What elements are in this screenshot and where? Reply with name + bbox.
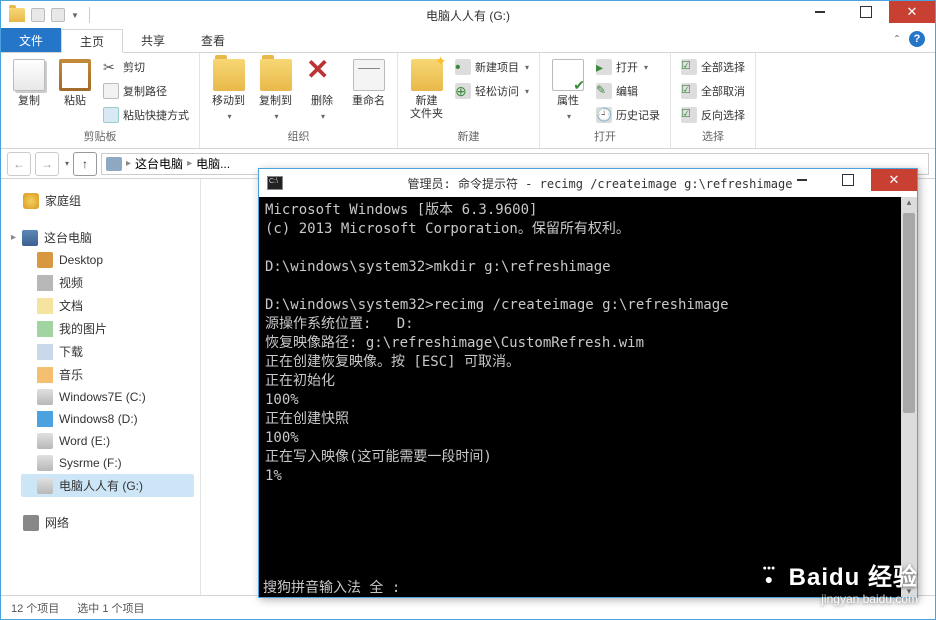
sidebar-item-pictures[interactable]: 我的图片: [21, 317, 194, 340]
close-button[interactable]: [889, 1, 935, 23]
sidebar-item-homegroup[interactable]: 家庭组: [7, 189, 194, 212]
copy-path-button[interactable]: 复制路径: [101, 81, 191, 101]
cmd-minimize-button[interactable]: [779, 169, 825, 191]
new-folder-button[interactable]: 新建 文件夹: [406, 57, 447, 123]
cut-button[interactable]: 剪切: [101, 57, 191, 77]
sidebar-item-music[interactable]: 音乐: [21, 363, 194, 386]
drive-icon: [37, 478, 53, 494]
separator: [89, 7, 90, 23]
cmd-close-button[interactable]: [871, 169, 917, 191]
desktop-icon: [37, 252, 53, 268]
sidebar-item-drive-e[interactable]: Word (E:): [21, 430, 194, 452]
ribbon: 复制 粘贴 剪切 复制路径 粘贴快捷方式 剪贴板 移动到▾ 复制到▾ 删除▾ 重…: [1, 53, 935, 149]
ribbon-group-select: 全部选择 全部取消 反向选择 选择: [671, 53, 756, 148]
move-to-button[interactable]: 移动到▾: [208, 57, 249, 123]
group-label: 剪贴板: [9, 126, 191, 146]
properties-button[interactable]: 属性▾: [548, 57, 588, 123]
qat-newfolder-icon[interactable]: [51, 8, 65, 22]
drive-icon: [37, 433, 53, 449]
sidebar-item-documents[interactable]: 文档: [21, 294, 194, 317]
minimize-button[interactable]: [797, 1, 843, 23]
sidebar-item-videos[interactable]: 视频: [21, 271, 194, 294]
cmd-window: 管理员: 命令提示符 - recimg /createimage g:\refr…: [258, 168, 918, 598]
picture-icon: [37, 321, 53, 337]
ribbon-group-new: 新建 文件夹 新建项目▾ 轻松访问▾ 新建: [398, 53, 540, 148]
breadcrumb-root[interactable]: 这台电脑: [135, 155, 183, 172]
group-label: 组织: [208, 126, 389, 146]
breadcrumb-current[interactable]: 电脑...: [196, 155, 230, 172]
copy-to-button[interactable]: 复制到▾: [255, 57, 296, 123]
select-none-button[interactable]: 全部取消: [679, 81, 747, 101]
history-dropdown-icon[interactable]: ▾: [65, 159, 69, 168]
sidebar-item-drive-f[interactable]: Sysrme (F:): [21, 452, 194, 474]
help-icon[interactable]: ?: [909, 31, 925, 47]
sidebar-item-desktop[interactable]: Desktop: [21, 249, 194, 271]
group-label: 选择: [679, 126, 747, 146]
paste-button[interactable]: 粘贴: [55, 57, 95, 110]
copy-button[interactable]: 复制: [9, 57, 49, 110]
up-button[interactable]: ↑: [73, 152, 97, 176]
delete-button[interactable]: 删除▾: [302, 57, 342, 123]
ribbon-group-clipboard: 复制 粘贴 剪切 复制路径 粘贴快捷方式 剪贴板: [1, 53, 200, 148]
easy-access-button[interactable]: 轻松访问▾: [453, 81, 531, 101]
status-bar: 12 个项目 选中 1 个项目: [1, 595, 935, 619]
sidebar-item-downloads[interactable]: 下载: [21, 340, 194, 363]
ribbon-group-organize: 移动到▾ 复制到▾ 删除▾ 重命名 组织: [200, 53, 398, 148]
pc-icon: [106, 157, 122, 171]
group-label: 新建: [406, 126, 531, 146]
sidebar-item-drive-g[interactable]: 电脑人人有 (G:): [21, 474, 194, 497]
document-icon: [37, 298, 53, 314]
app-icon: [9, 8, 25, 22]
tab-home[interactable]: 主页: [61, 29, 123, 53]
tab-file[interactable]: 文件: [1, 28, 61, 52]
ime-status: 搜狗拼音输入法 全 :: [259, 577, 901, 597]
sidebar: 家庭组 ▸这台电脑 Desktop 视频 文档 我的图片 下载 音乐 Windo…: [1, 179, 201, 595]
edit-button[interactable]: 编辑: [594, 81, 662, 101]
back-button[interactable]: ←: [7, 152, 31, 176]
sidebar-item-drive-d[interactable]: Windows8 (D:): [21, 408, 194, 430]
qat-dropdown-icon[interactable]: ▼: [71, 11, 79, 20]
select-all-button[interactable]: 全部选择: [679, 57, 747, 77]
ribbon-tabs: 文件 主页 共享 查看 ˆ ?: [1, 29, 935, 53]
sidebar-item-thispc[interactable]: ▸这台电脑: [7, 226, 194, 249]
chevron-right-icon: ▸: [187, 158, 192, 169]
homegroup-icon: [23, 193, 39, 209]
group-label: 打开: [548, 126, 662, 146]
new-item-button[interactable]: 新建项目▾: [453, 57, 531, 77]
open-button[interactable]: 打开▾: [594, 57, 662, 77]
ribbon-group-open: 属性▾ 打开▾ 编辑 历史记录 打开: [540, 53, 671, 148]
window-title: 电脑人人有 (G:): [426, 7, 510, 24]
download-icon: [37, 344, 53, 360]
network-icon: [23, 515, 39, 531]
music-icon: [37, 367, 53, 383]
rename-button[interactable]: 重命名: [348, 57, 389, 110]
cmd-output[interactable]: Microsoft Windows [版本 6.3.9600] (c) 2013…: [259, 197, 917, 597]
qat-properties-icon[interactable]: [31, 8, 45, 22]
drive-icon: [37, 455, 53, 471]
paste-shortcut-button[interactable]: 粘贴快捷方式: [101, 105, 191, 125]
sidebar-item-network[interactable]: 网络: [7, 511, 194, 534]
invert-selection-button[interactable]: 反向选择: [679, 105, 747, 125]
status-item-count: 12 个项目: [11, 600, 59, 616]
drive-icon: [37, 389, 53, 405]
chevron-right-icon: ▸: [126, 158, 131, 169]
status-selected: 选中 1 个项目: [77, 600, 144, 616]
maximize-button[interactable]: [843, 1, 889, 23]
cmd-scrollbar[interactable]: [901, 197, 917, 597]
collapse-ribbon-icon[interactable]: ˆ: [895, 33, 899, 47]
scrollbar-thumb[interactable]: [903, 213, 915, 413]
tab-view[interactable]: 查看: [183, 28, 243, 52]
history-button[interactable]: 历史记录: [594, 105, 662, 125]
tab-share[interactable]: 共享: [123, 28, 183, 52]
cmd-titlebar[interactable]: 管理员: 命令提示符 - recimg /createimage g:\refr…: [259, 169, 917, 197]
windows-icon: [37, 411, 53, 427]
pc-icon: [22, 230, 38, 246]
video-icon: [37, 275, 53, 291]
explorer-titlebar[interactable]: ▼ 电脑人人有 (G:): [1, 1, 935, 29]
sidebar-item-drive-c[interactable]: Windows7E (C:): [21, 386, 194, 408]
forward-button[interactable]: →: [35, 152, 59, 176]
cmd-icon: [267, 176, 283, 190]
cmd-maximize-button[interactable]: [825, 169, 871, 191]
